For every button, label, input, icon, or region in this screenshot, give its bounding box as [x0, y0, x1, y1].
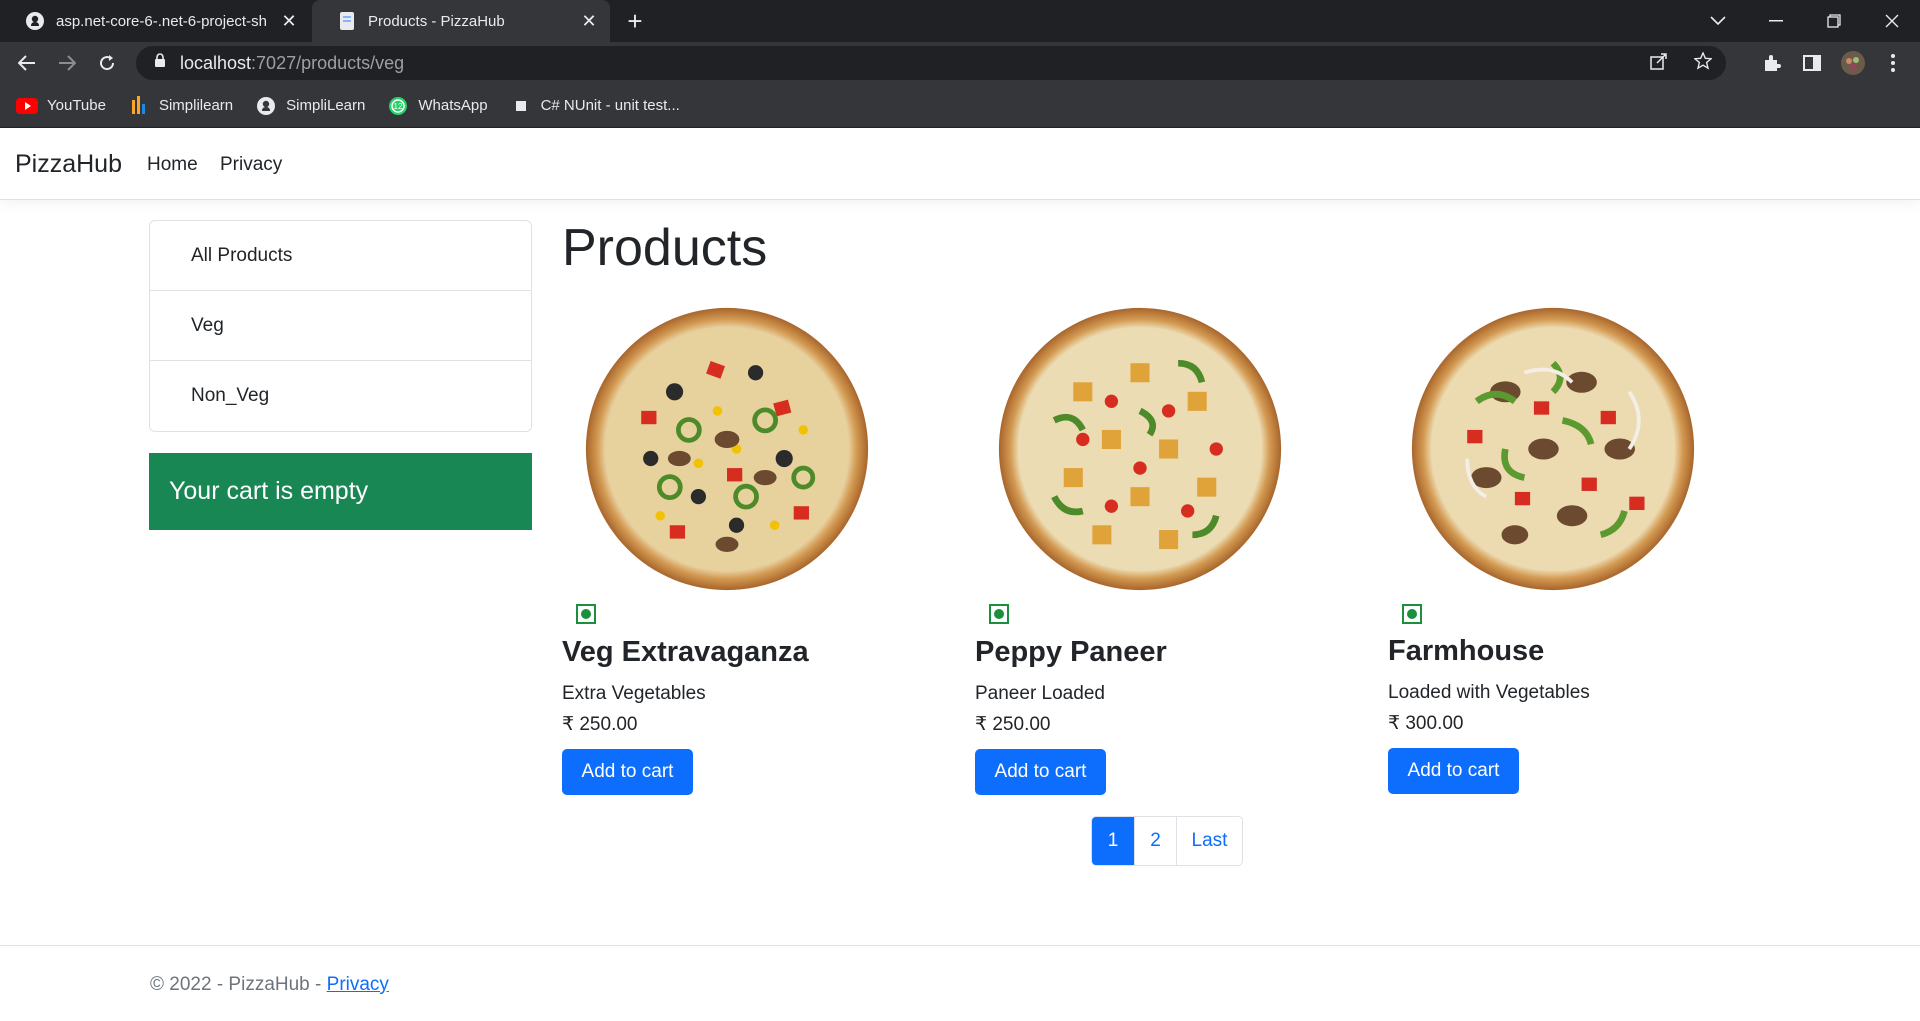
page-icon	[510, 95, 532, 117]
category-all-products[interactable]: All Products	[150, 221, 531, 291]
browser-tab-bar: asp.net-core-6-.net-6-project-sh ✕ Produ…	[0, 0, 1920, 42]
page-title: Products	[562, 219, 768, 277]
add-to-cart-button[interactable]: Add to cart	[562, 749, 693, 795]
close-tab-icon[interactable]: ✕	[580, 11, 598, 31]
add-to-cart-button[interactable]: Add to cart	[975, 749, 1106, 795]
product-description: Paneer Loaded	[975, 683, 1105, 704]
footer: © 2022 - PizzaHub - Privacy	[0, 945, 1920, 1021]
bookmark-label: YouTube	[47, 97, 106, 114]
close-window-icon[interactable]	[1864, 0, 1920, 42]
page-1-link[interactable]: 1	[1092, 817, 1134, 865]
product-name: Peppy Paneer	[975, 636, 1167, 668]
profile-avatar[interactable]	[1837, 47, 1869, 79]
browser-tab-products[interactable]: Products - PizzaHub ✕	[312, 0, 610, 42]
pizza-image	[998, 307, 1282, 591]
share-icon[interactable]	[1650, 52, 1668, 75]
page-icon	[336, 10, 358, 32]
url-host: localhost	[180, 52, 252, 73]
bookmarks-bar: YouTube Simplilearn SimpliLearn 12 Whats…	[0, 84, 1920, 128]
forward-icon[interactable]	[51, 47, 83, 79]
svg-text:12: 12	[394, 102, 403, 111]
page-last-link[interactable]: Last	[1176, 817, 1242, 865]
product-name: Farmhouse	[1388, 635, 1545, 667]
product-price: ₹ 250.00	[562, 714, 638, 735]
url-path: :7027/products/veg	[251, 52, 405, 73]
footer-text: © 2022 - PizzaHub - Privacy	[150, 974, 389, 996]
tab-title: asp.net-core-6-.net-6-project-sh	[56, 12, 267, 30]
bookmark-simplilearn-github[interactable]: SimpliLearn	[255, 95, 365, 117]
bookmark-star-icon[interactable]	[1693, 50, 1713, 75]
brand-link[interactable]: PizzaHub	[15, 150, 122, 179]
menu-icon[interactable]	[1877, 47, 1909, 79]
close-tab-icon[interactable]: ✕	[280, 11, 298, 31]
category-non-veg[interactable]: Non_Veg	[150, 361, 531, 431]
pizza-image	[1411, 307, 1695, 591]
bookmark-nunit[interactable]: C# NUnit - unit test...	[510, 95, 680, 117]
simplilearn-icon	[128, 95, 150, 117]
product-price: ₹ 300.00	[1388, 713, 1464, 734]
product-description: Loaded with Vegetables	[1388, 682, 1590, 703]
product-name: Veg Extravaganza	[562, 636, 809, 668]
footer-copyright: © 2022 - PizzaHub -	[150, 974, 327, 995]
sidebar: All Products Veg Non_Veg Your cart is em…	[149, 220, 532, 530]
bookmark-youtube[interactable]: YouTube	[16, 95, 106, 117]
veg-indicator-icon	[1402, 604, 1422, 624]
youtube-icon	[16, 95, 38, 117]
extensions-icon[interactable]	[1756, 47, 1788, 79]
tab-title: Products - PizzaHub	[368, 12, 505, 30]
bookmark-label: C# NUnit - unit test...	[540, 97, 680, 114]
reload-icon[interactable]	[91, 47, 123, 79]
new-tab-icon[interactable]: +	[622, 8, 648, 34]
bookmark-label: SimpliLearn	[286, 97, 366, 114]
browser-tab-github[interactable]: asp.net-core-6-.net-6-project-sh ✕	[0, 0, 310, 42]
bookmark-label: Simplilearn	[158, 97, 234, 114]
product-price: ₹ 250.00	[975, 714, 1051, 735]
browser-toolbar: localhost:7027/products/veg	[0, 42, 1920, 84]
back-icon[interactable]	[11, 47, 43, 79]
category-veg[interactable]: Veg	[150, 291, 531, 361]
veg-indicator-icon	[989, 604, 1009, 624]
footer-privacy-link[interactable]: Privacy	[327, 974, 389, 995]
product-description: Extra Vegetables	[562, 683, 706, 704]
tab-search-icon[interactable]	[1690, 0, 1746, 42]
nav-home-link[interactable]: Home	[147, 154, 198, 176]
nav-privacy-link[interactable]: Privacy	[220, 154, 282, 176]
add-to-cart-button[interactable]: Add to cart	[1388, 748, 1519, 794]
side-panel-icon[interactable]	[1796, 47, 1828, 79]
github-icon	[255, 95, 277, 117]
category-list: All Products Veg Non_Veg	[149, 220, 532, 432]
pagination: 1 2 Last	[1091, 816, 1243, 866]
whatsapp-icon: 12	[387, 95, 409, 117]
github-icon	[24, 10, 46, 32]
pizza-image	[585, 307, 869, 591]
minimize-icon[interactable]	[1748, 0, 1804, 42]
cart-summary: Your cart is empty	[149, 453, 532, 530]
page-2-link[interactable]: 2	[1134, 817, 1176, 865]
lock-icon	[154, 53, 166, 73]
address-bar[interactable]: localhost:7027/products/veg	[136, 46, 1726, 80]
bookmark-label: WhatsApp	[418, 97, 488, 114]
bookmark-whatsapp[interactable]: 12 WhatsApp	[387, 95, 488, 117]
site-navbar: PizzaHub Home Privacy	[0, 128, 1920, 200]
veg-indicator-icon	[576, 604, 596, 624]
bookmark-simplilearn[interactable]: Simplilearn	[128, 95, 233, 117]
restore-icon[interactable]	[1806, 0, 1862, 42]
